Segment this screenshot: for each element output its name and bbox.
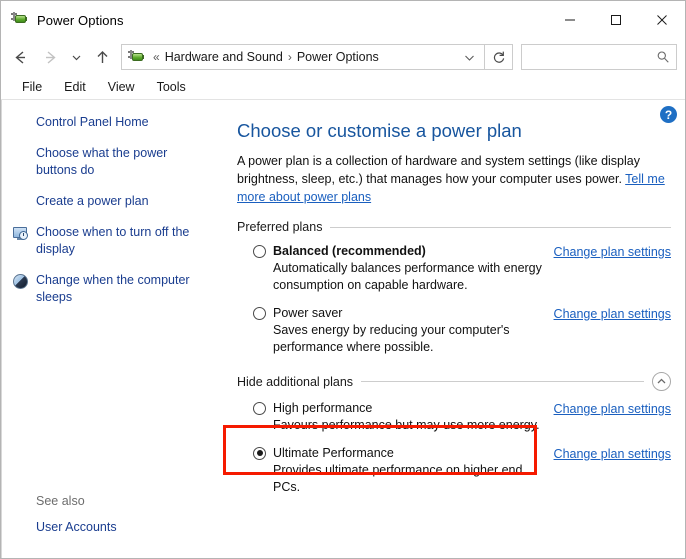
group-preferred-plans: Preferred plans Balanced (recommended) A… — [235, 220, 671, 358]
sidebar-item-label: Control Panel Home — [36, 115, 149, 129]
maximize-icon — [611, 15, 621, 25]
group-label: Preferred plans — [237, 220, 323, 234]
refresh-button[interactable] — [485, 44, 513, 70]
plan-main: Balanced (recommended) Automatically bal… — [253, 244, 544, 294]
breadcrumb-overflow[interactable]: « — [148, 50, 165, 64]
main-panel: ? Choose or customise a power plan A pow… — [223, 100, 685, 558]
plan-main: High performance Favours performance but… — [253, 401, 544, 434]
plan-description: Provides ultimate performance on higher … — [273, 463, 523, 494]
group-label: Hide additional plans — [237, 374, 354, 389]
plan-name: Balanced (recommended) — [273, 244, 426, 258]
breadcrumb-separator: › — [287, 50, 292, 64]
forward-button[interactable] — [35, 42, 65, 72]
plan-row-high-performance[interactable]: High performance Favours performance but… — [237, 399, 671, 436]
breadcrumb-item-hardware-and-sound[interactable]: Hardware and Sound — [165, 50, 283, 64]
sidebar-item-control-panel-home[interactable]: Control Panel Home — [2, 114, 223, 131]
plan-main: Ultimate Performance Provides ultimate p… — [253, 446, 544, 496]
display-clock-icon — [12, 225, 30, 243]
plan-header: Balanced (recommended) — [253, 244, 544, 258]
minimize-icon — [565, 19, 575, 21]
title-bar-left: Power Options — [1, 1, 547, 39]
page-title: Choose or customise a power plan — [237, 120, 522, 141]
change-plan-settings-link-balanced[interactable]: Change plan settings — [544, 245, 671, 259]
group-divider — [330, 226, 671, 228]
window-title: Power Options — [37, 12, 124, 28]
sidebar-item-label: Change when the computer sleeps — [36, 273, 190, 304]
plan-description: Saves energy by reducing your computer's… — [273, 323, 510, 354]
address-bar-row: « Hardware and Sound › Power Options — [1, 39, 685, 75]
moon-sleep-icon — [12, 273, 30, 291]
refresh-icon — [493, 51, 504, 63]
see-also-title: See also — [36, 494, 85, 508]
group-header: Preferred plans — [237, 220, 671, 234]
sidebar-item-choose-power-buttons[interactable]: Choose what the power buttons do — [2, 145, 223, 179]
power-options-window: Power Options « Hardware and Sound › Pow… — [0, 0, 686, 559]
plan-header: Ultimate Performance — [253, 446, 544, 460]
search-icon — [657, 51, 669, 63]
plan-main: Power saver Saves energy by reducing you… — [253, 306, 544, 356]
menu-item-edit[interactable]: Edit — [53, 78, 97, 96]
recent-pages-button[interactable] — [65, 42, 87, 72]
sidebar-item-turn-off-display[interactable]: Choose when to turn off the display — [2, 224, 223, 258]
plan-description: Favours performance but may use more ene… — [273, 418, 540, 432]
plan-name: High performance — [273, 401, 373, 415]
search-input[interactable] — [528, 50, 656, 64]
change-plan-settings-link-power-saver[interactable]: Change plan settings — [544, 307, 671, 321]
back-button[interactable] — [5, 42, 35, 72]
plan-name: Power saver — [273, 306, 343, 320]
see-also-section: See also User Accounts — [12, 494, 212, 534]
chevron-down-icon — [464, 55, 474, 61]
page-description-text: A power plan is a collection of hardware… — [237, 154, 640, 186]
window-controls — [547, 1, 685, 39]
plan-row-ultimate-performance[interactable]: Ultimate Performance Provides ultimate p… — [237, 444, 671, 498]
see-also-item-user-accounts[interactable]: User Accounts — [36, 520, 212, 534]
change-plan-settings-link-high-performance[interactable]: Change plan settings — [544, 402, 671, 416]
up-button[interactable] — [87, 42, 117, 72]
menu-bar: File Edit View Tools — [1, 75, 685, 99]
radio-power-saver[interactable] — [253, 306, 266, 320]
page-description: A power plan is a collection of hardware… — [237, 152, 671, 206]
sidebar-item-create-power-plan[interactable]: Create a power plan — [2, 193, 223, 210]
plan-header: High performance — [253, 401, 544, 415]
forward-arrow-icon — [45, 50, 56, 64]
group-additional-plans: Hide additional plans High performance F… — [235, 372, 671, 498]
change-plan-settings-link-ultimate-performance[interactable]: Change plan settings — [544, 447, 671, 461]
radio-ultimate-performance[interactable] — [253, 446, 266, 460]
plan-row-power-saver[interactable]: Power saver Saves energy by reducing you… — [237, 304, 671, 358]
back-arrow-icon — [14, 50, 25, 64]
chevron-down-icon — [72, 55, 80, 60]
help-icon[interactable]: ? — [660, 106, 677, 123]
close-button[interactable] — [639, 1, 685, 39]
power-plug-icon — [11, 11, 29, 29]
radio-high-performance[interactable] — [253, 401, 266, 415]
minimize-button[interactable] — [547, 1, 593, 39]
up-arrow-icon — [97, 50, 107, 63]
plan-description: Automatically balances performance with … — [273, 261, 542, 292]
chevron-up-icon — [657, 378, 666, 384]
plan-header: Power saver — [253, 306, 544, 320]
group-divider — [361, 381, 644, 382]
menu-item-tools[interactable]: Tools — [146, 78, 197, 96]
menu-item-view[interactable]: View — [97, 78, 146, 96]
address-dropdown-button[interactable] — [458, 45, 480, 69]
sidebar-item-label: Choose when to turn off the display — [36, 225, 190, 256]
sidebar-item-label: Create a power plan — [36, 194, 149, 208]
radio-balanced[interactable] — [253, 244, 266, 258]
title-bar: Power Options — [1, 1, 685, 39]
collapse-additional-plans-button[interactable] — [652, 372, 671, 391]
sidebar-item-computer-sleeps[interactable]: Change when the computer sleeps — [2, 272, 223, 306]
breadcrumb-power-plug-icon — [128, 49, 144, 65]
menu-item-file[interactable]: File — [11, 78, 53, 96]
close-icon — [657, 15, 667, 25]
breadcrumb-item-power-options[interactable]: Power Options — [297, 50, 379, 64]
content-area: Control Panel Home Choose what the power… — [1, 99, 685, 558]
group-header: Hide additional plans — [237, 372, 671, 391]
address-bar[interactable]: « Hardware and Sound › Power Options — [121, 44, 485, 70]
sidebar-item-label: Choose what the power buttons do — [36, 146, 168, 177]
sidebar: Control Panel Home Choose what the power… — [1, 100, 223, 558]
maximize-button[interactable] — [593, 1, 639, 39]
plan-name: Ultimate Performance — [273, 446, 394, 460]
plan-row-balanced[interactable]: Balanced (recommended) Automatically bal… — [237, 242, 671, 296]
search-box[interactable] — [521, 44, 677, 70]
